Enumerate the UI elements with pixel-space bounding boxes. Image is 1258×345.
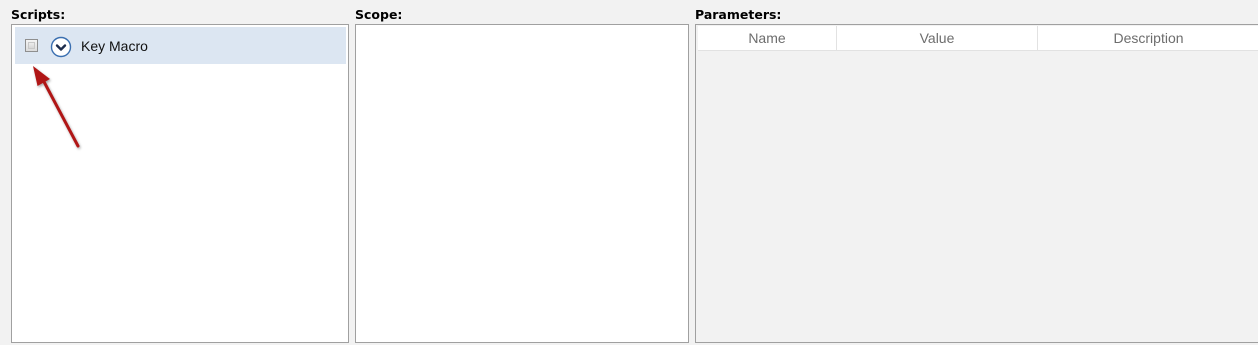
parameters-grid-header: Name Value Description [698,26,1258,51]
parameters-grid[interactable]: Name Value Description [695,24,1258,343]
parameters-label: Parameters: [695,7,782,22]
scripts-label: Scripts: [11,7,66,22]
scope-label: Scope: [355,7,403,22]
scope-list[interactable] [355,24,689,343]
script-item-key-macro[interactable]: Key Macro [15,27,346,64]
column-header-value[interactable]: Value [837,26,1038,50]
scripts-list[interactable]: Key Macro [11,24,349,343]
column-header-description[interactable]: Description [1038,26,1258,50]
column-header-name[interactable]: Name [698,26,837,50]
script-editor-panels: Scripts: Scope: Parameters: Key Macro Na… [0,0,1258,345]
chevron-down-icon[interactable] [50,36,72,58]
script-item-label: Key Macro [81,38,148,54]
script-checkbox[interactable] [25,39,38,52]
